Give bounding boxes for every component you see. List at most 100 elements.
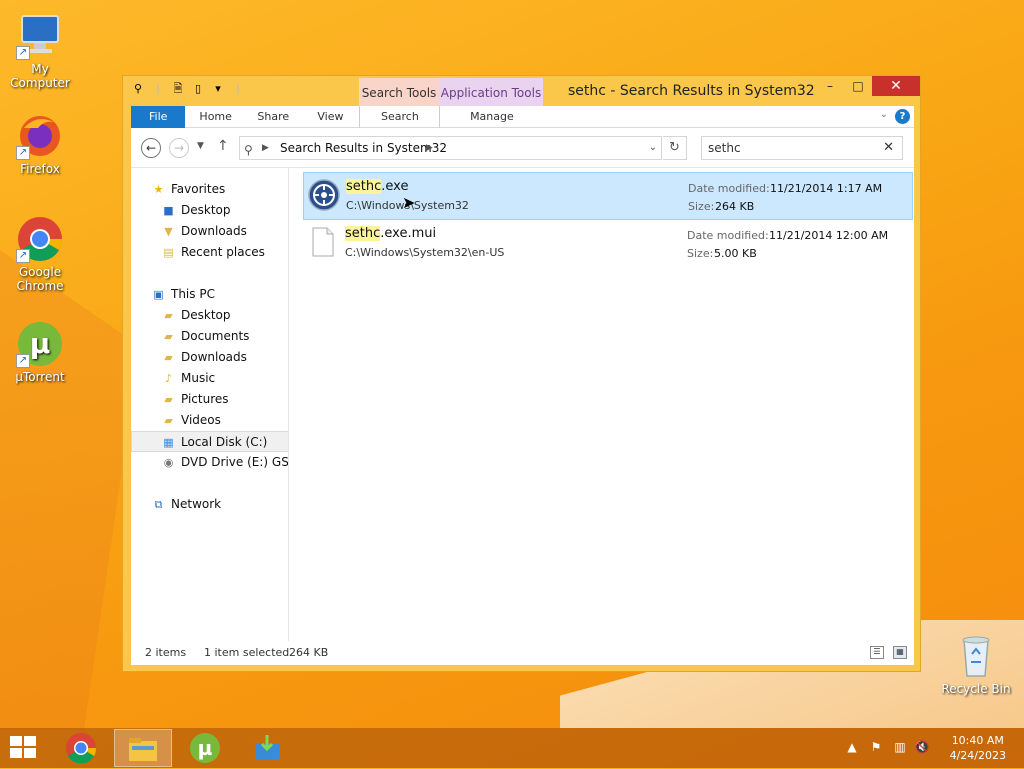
- item-count: 2 items: [145, 646, 187, 659]
- tab-share[interactable]: Share: [243, 106, 301, 128]
- tab-home[interactable]: Home: [185, 106, 243, 128]
- title-bar[interactable]: ⚲ | 🗎 ▯ ▾ | Search Tools Application Too…: [123, 76, 920, 108]
- date-value: 11/21/2014 12:00 AM: [769, 229, 889, 242]
- star-icon: ★: [153, 183, 164, 196]
- new-folder-icon[interactable]: ▯: [191, 82, 205, 96]
- nav-pc-local-disk[interactable]: ▦ Local Disk (C:): [131, 431, 288, 452]
- nav-label: Music: [181, 371, 216, 385]
- action-center-flag-icon[interactable]: ⚑: [868, 740, 884, 754]
- chevron-right-icon[interactable]: ▶: [426, 137, 433, 159]
- desktop-icon-label: My Computer: [10, 62, 70, 90]
- clock-time: 10:40 AM: [951, 734, 1004, 747]
- address-path[interactable]: Search Results in System32: [280, 141, 447, 155]
- details-view-icon[interactable]: ☰: [870, 646, 884, 659]
- utorrent-icon: µ ↗: [16, 320, 64, 368]
- chevron-right-icon[interactable]: ▶: [262, 137, 269, 159]
- maximize-button[interactable]: □: [844, 76, 872, 96]
- shortcut-arrow-icon: ↗: [16, 354, 30, 368]
- selection-size: 264 KB: [289, 646, 329, 659]
- chrome-icon: [66, 733, 97, 764]
- taskbar-utorrent-button[interactable]: µ: [176, 729, 234, 767]
- recent-locations-dropdown-icon[interactable]: ▼: [197, 141, 204, 151]
- network-status-icon[interactable]: ▥: [892, 740, 908, 754]
- dvd-drive-icon: ◉: [163, 456, 174, 469]
- expand-ribbon-icon[interactable]: ⌄: [880, 109, 888, 120]
- file-name: sethc.exe.mui: [345, 226, 436, 241]
- nav-label: Documents: [181, 329, 250, 343]
- date-label: Date modified:: [688, 182, 770, 195]
- search-icon: ⚲: [244, 143, 253, 157]
- customize-dropdown-icon[interactable]: ▾: [211, 82, 225, 96]
- nav-this-pc[interactable]: ▣ This PC: [131, 284, 288, 305]
- properties-icon[interactable]: 🗎: [171, 82, 185, 96]
- nav-pc-pictures[interactable]: ▰ Pictures: [131, 389, 288, 410]
- back-button[interactable]: ←: [141, 138, 161, 158]
- desktop-icon-label: Firefox: [20, 162, 60, 176]
- close-button[interactable]: ✕: [872, 76, 920, 96]
- desktop-icon-chrome[interactable]: ↗ Google Chrome: [0, 215, 80, 293]
- shortcut-arrow-icon: ↗: [16, 146, 30, 160]
- downloads-folder-icon: ▰: [164, 351, 173, 364]
- svg-text:µ: µ: [30, 327, 51, 360]
- svg-text:µ: µ: [198, 736, 213, 760]
- search-icon: ⚲: [133, 82, 143, 95]
- clock[interactable]: 10:40 AM 4/24/2023: [950, 733, 1006, 763]
- nav-pc-desktop[interactable]: ▰ Desktop: [131, 305, 288, 326]
- ribbon-tabs: File Home Share View Search Manage ⌄ ?: [131, 105, 914, 128]
- show-hidden-icons-icon[interactable]: ▲: [844, 740, 860, 754]
- application-icon: [308, 179, 340, 211]
- minimize-button[interactable]: –: [816, 76, 844, 96]
- system-tray: ▲ ⚑ ▥ 🔇 10:40 AM 4/24/2023: [844, 728, 1024, 768]
- address-dropdown-icon[interactable]: ⌄: [649, 137, 657, 159]
- clear-search-icon[interactable]: ✕: [883, 137, 894, 159]
- tab-view[interactable]: View: [301, 106, 359, 128]
- nav-pc-documents[interactable]: ▰ Documents: [131, 326, 288, 347]
- nav-pc-downloads[interactable]: ▰ Downloads: [131, 347, 288, 368]
- taskbar: µ ▲ ⚑ ▥ 🔇 10:40 AM 4/24/2023: [0, 728, 1024, 768]
- separator: |: [236, 82, 240, 95]
- nav-fav-desktop[interactable]: ■ Desktop: [131, 200, 288, 221]
- taskbar-installer-button[interactable]: [238, 729, 296, 767]
- nav-pc-videos[interactable]: ▰ Videos: [131, 410, 288, 431]
- address-bar[interactable]: ⚲ ▶ Search Results in System32 ▶ ⌄: [239, 136, 662, 160]
- nav-pc-dvd-drive[interactable]: ◉ DVD Drive (E:) GSP1F: [131, 452, 288, 473]
- size-value: 264 KB: [715, 200, 755, 213]
- nav-fav-downloads[interactable]: ▼ Downloads: [131, 221, 288, 242]
- music-folder-icon: ♪: [164, 372, 173, 385]
- pictures-folder-icon: ▰: [164, 393, 173, 406]
- file-row[interactable]: sethc.exe C:\Windows\System32 Date modif…: [303, 172, 913, 220]
- nav-favorites[interactable]: ★ Favorites: [131, 179, 288, 200]
- firefox-icon: ↗: [16, 112, 64, 160]
- taskbar-file-explorer-button[interactable]: [114, 729, 172, 767]
- desktop-icon-firefox[interactable]: ↗ Firefox: [0, 112, 80, 176]
- refresh-button[interactable]: ↻: [663, 136, 687, 160]
- desktop-icon-recycle-bin[interactable]: Recycle Bin: [936, 632, 1016, 696]
- help-icon[interactable]: ?: [895, 109, 910, 124]
- forward-button[interactable]: →: [169, 138, 189, 158]
- desktop-icon-my-computer[interactable]: ↗ My Computer: [0, 12, 80, 90]
- windows-start-icon[interactable]: [10, 736, 38, 760]
- nav-fav-recent-places[interactable]: ▤ Recent places: [131, 242, 288, 263]
- installer-icon: [255, 735, 279, 759]
- file-row[interactable]: sethc.exe.mui C:\Windows\System32\en-US …: [303, 220, 913, 268]
- tab-search[interactable]: Search: [359, 105, 439, 128]
- volume-muted-icon[interactable]: 🔇: [914, 740, 930, 754]
- size-label: Size:: [687, 247, 714, 260]
- documents-folder-icon: ▰: [164, 330, 173, 343]
- search-input[interactable]: sethc ✕: [701, 136, 903, 160]
- tab-file[interactable]: File: [131, 105, 186, 128]
- desktop-icon-utorrent[interactable]: µ ↗ µTorrent: [0, 320, 80, 384]
- nav-pc-music[interactable]: ♪ Music: [131, 368, 288, 389]
- large-icons-view-icon[interactable]: ▦: [893, 646, 907, 659]
- tab-manage[interactable]: Manage: [439, 105, 543, 128]
- desktop-icon: ■: [163, 204, 174, 217]
- taskbar-chrome-button[interactable]: [52, 729, 110, 767]
- nav-label: Downloads: [181, 350, 247, 364]
- quick-access-toolbar: ⚲ | 🗎 ▯ ▾ |: [131, 82, 245, 96]
- file-name-rest: .exe: [381, 179, 409, 194]
- explorer-window: ⚲ | 🗎 ▯ ▾ | Search Tools Application Too…: [122, 75, 921, 672]
- window-title: sethc - Search Results in System32: [568, 83, 815, 99]
- up-button[interactable]: ↑: [217, 138, 229, 154]
- nav-network[interactable]: ⧉ Network: [131, 494, 288, 515]
- file-name: sethc.exe: [346, 179, 408, 194]
